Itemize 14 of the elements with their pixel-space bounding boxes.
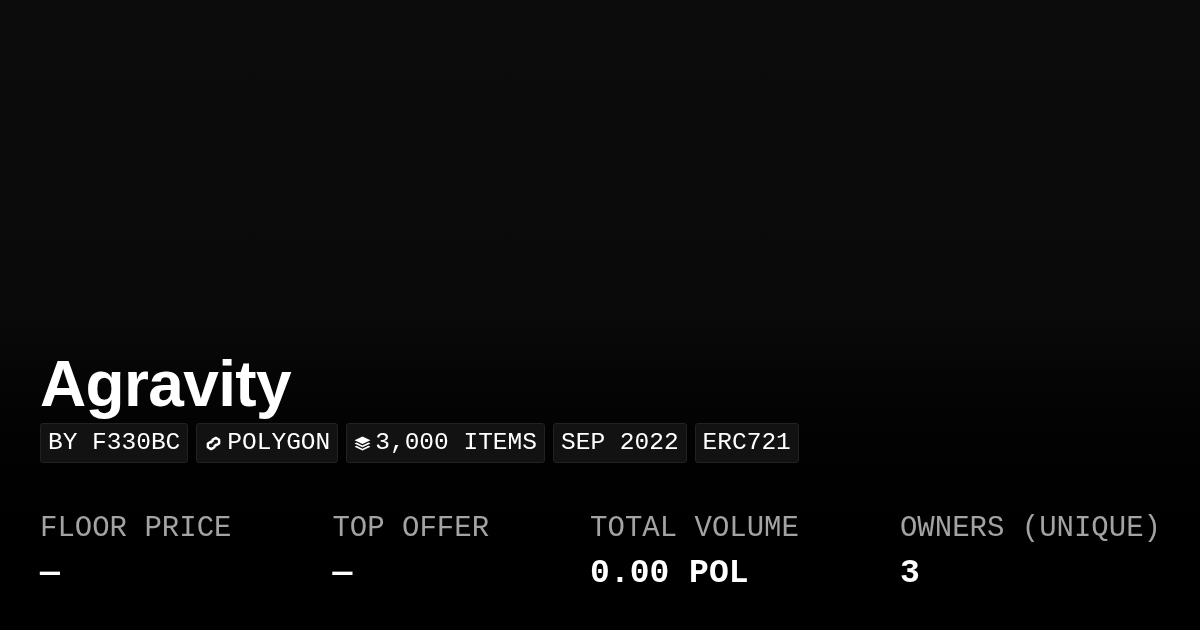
stat-label: TOTAL VOLUME (590, 514, 799, 543)
tag-label: 3,000 ITEMS (375, 430, 537, 456)
stat-label: FLOOR PRICE (40, 514, 232, 543)
tag-label: POLYGON (227, 430, 331, 456)
layers-icon (354, 435, 372, 451)
tag-label: SEP 2022 (561, 430, 679, 456)
stat-label: TOP OFFER (332, 514, 490, 543)
tag-label: ERC721 (702, 430, 791, 456)
tag-label: BY F330BC (48, 430, 181, 456)
stat-value: — (332, 557, 353, 590)
stat-value: 3 (899, 557, 920, 590)
stat-value: — (40, 557, 60, 590)
stat-label: OWNERS (UNIQUE) (899, 514, 1161, 543)
stat-value: 0.00 POL (590, 557, 749, 590)
